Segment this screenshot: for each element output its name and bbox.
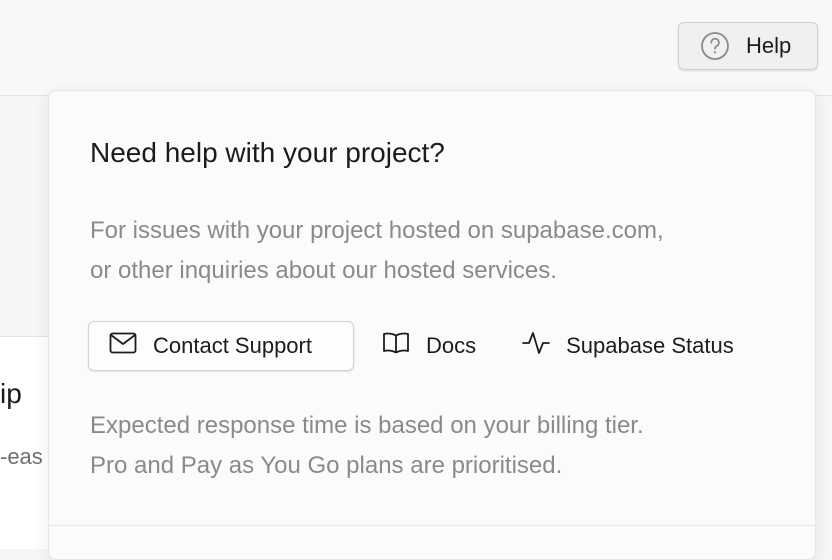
question-circle-icon [700,31,730,61]
book-icon [382,331,410,361]
background-subtext-fragment: -eas [0,444,43,469]
activity-icon [522,330,551,362]
supabase-status-label: Supabase Status [566,333,734,358]
response-time-note-line: Pro and Pay as You Go plans are prioriti… [90,452,563,479]
docs-label: Docs [426,333,477,358]
response-time-note: Expected response time is based on your … [90,406,790,486]
mail-icon [109,332,137,360]
popover-divider [49,525,815,526]
help-button-label: Help [746,33,792,58]
support-actions: Contact Support Docs Supabase Status [88,321,734,371]
docs-button[interactable]: Docs [382,321,476,371]
popover-description-line: or other inquiries about our hosted serv… [90,257,557,284]
help-button[interactable]: Help [678,22,818,70]
help-popover: Need help with your project? For issues … [48,90,816,560]
popover-description-line: For issues with your project hosted on s… [90,217,664,244]
contact-support-label: Contact Support [153,333,312,358]
background-heading-fragment: ip [0,378,22,409]
popover-description: For issues with your project hosted on s… [90,211,790,291]
contact-support-button[interactable]: Contact Support [88,321,354,371]
response-time-note-line: Expected response time is based on your … [90,412,644,439]
supabase-status-button[interactable]: Supabase Status [522,321,734,371]
popover-title: Need help with your project? [90,137,445,168]
